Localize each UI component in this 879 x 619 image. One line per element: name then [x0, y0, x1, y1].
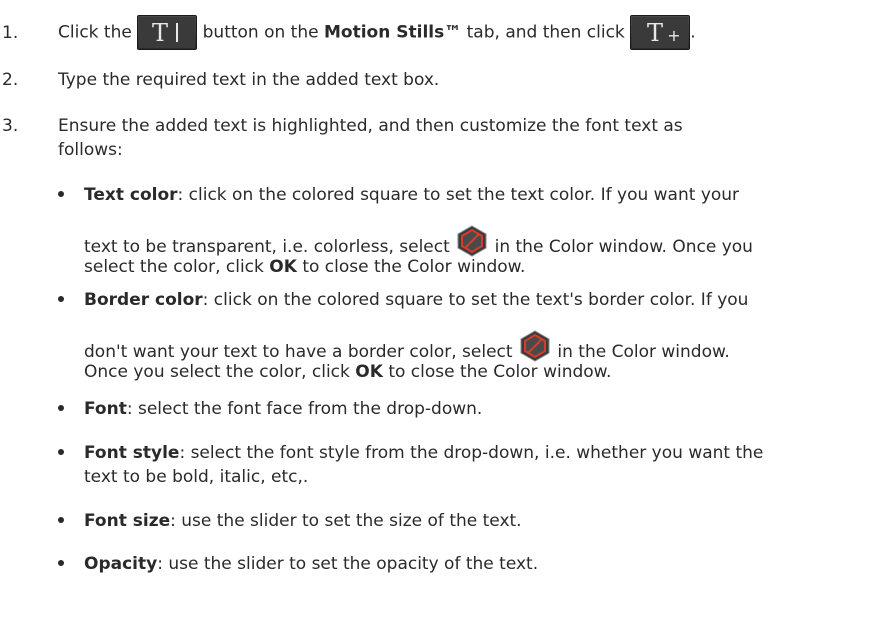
bullet-dot [58, 560, 64, 566]
step-number: 3. [2, 116, 19, 136]
bullet-text: select the color, click [84, 257, 264, 277]
bullet-term: Text color [84, 185, 178, 205]
bullet-line: Opacity: use the slider to set the opaci… [84, 551, 538, 577]
step-number: 2. [2, 70, 19, 90]
step-number: 1. [2, 23, 19, 43]
bullet-term: Border color [84, 290, 203, 310]
bullet-text: : select the font face from the drop-dow… [126, 399, 483, 419]
step-text-part: button on the [202, 22, 319, 43]
bullet-text: : click on the colored square to set the… [177, 185, 740, 205]
bullet-term: Font style [84, 443, 180, 463]
bullet-text: to close the Color window. [388, 362, 612, 382]
bullet-line: select the color, click OK to close the … [84, 254, 525, 280]
bullet-line: Once you select the color, click OK to c… [84, 359, 611, 385]
bullet-dot [58, 191, 64, 197]
step-text-part: . [690, 22, 696, 43]
ok-label: OK [355, 362, 383, 382]
bullet-line: Font style: select the font style from t… [84, 440, 763, 466]
ok-label: OK [269, 257, 297, 277]
step-text-part: Click the [58, 22, 132, 43]
text-tool-icon: T [137, 15, 198, 50]
svg-text:T: T [647, 19, 663, 47]
step-text: Click the T button on the Motion Stills™… [58, 15, 696, 50]
bullet-text: text to be bold, italic, etc,. [84, 467, 309, 487]
bullet-term: Opacity [84, 554, 158, 574]
bullet-term: Font [84, 399, 127, 419]
svg-text:+: + [667, 26, 680, 45]
add-text-icon: T + [630, 15, 691, 50]
bullet-line: Font size: use the slider to set the siz… [84, 508, 522, 534]
step-text: Type the required text in the added text… [58, 70, 440, 90]
bullet-text: Once you select the color, click [84, 362, 350, 382]
bullet-text: in the Color window. Once you [494, 237, 753, 257]
bullet-term: Font size [84, 511, 171, 531]
bullet-line: text to be bold, italic, etc,. [84, 464, 308, 490]
bullet-dot [58, 449, 64, 455]
bullet-text: : use the slider to set the size of the … [170, 511, 522, 531]
bullet-text: to close the Color window. [302, 257, 526, 277]
step-text-part: tab, and then click [466, 22, 625, 43]
motion-stills-tab-name: Motion Stills™ [324, 22, 462, 43]
step-text: follows: [58, 140, 123, 160]
bullet-text: : select the font style from the drop-do… [179, 443, 764, 463]
bullet-dot [58, 296, 64, 302]
step-text: Ensure the added text is highlighted, an… [58, 116, 683, 136]
bullet-text: : use the slider to set the opacity of t… [157, 554, 539, 574]
bullet-line: Text color: click on the colored square … [84, 182, 739, 208]
svg-text:T: T [152, 19, 168, 47]
help-document: 1. Click the T button on the Motion Stil… [0, 0, 879, 619]
bullet-line: Font: select the font face from the drop… [84, 396, 482, 422]
bullet-text: : click on the colored square to set the… [202, 290, 749, 310]
bullet-line: Border color: click on the colored squar… [84, 287, 748, 313]
bullet-dot [58, 405, 64, 411]
bullet-dot [58, 517, 64, 523]
